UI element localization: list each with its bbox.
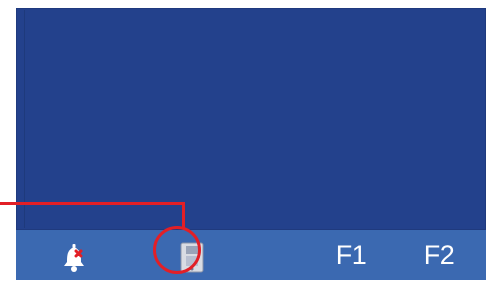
- f1-label: F1: [335, 239, 367, 270]
- screen-panel: [16, 8, 486, 230]
- screenshot-stage: F1 F2: [0, 0, 493, 287]
- alarm-bell-button[interactable]: [57, 238, 91, 272]
- taskbar: F1 F2: [16, 230, 486, 280]
- screen-divider: [24, 10, 25, 228]
- callout-line-vertical: [182, 202, 185, 228]
- f2-label: F2: [423, 239, 455, 270]
- f2-key[interactable]: F2: [412, 240, 466, 270]
- f1-key[interactable]: F1: [324, 240, 378, 270]
- bell-icon: [64, 244, 84, 272]
- callout-circle: [153, 226, 201, 274]
- callout-line-horizontal: [0, 202, 184, 205]
